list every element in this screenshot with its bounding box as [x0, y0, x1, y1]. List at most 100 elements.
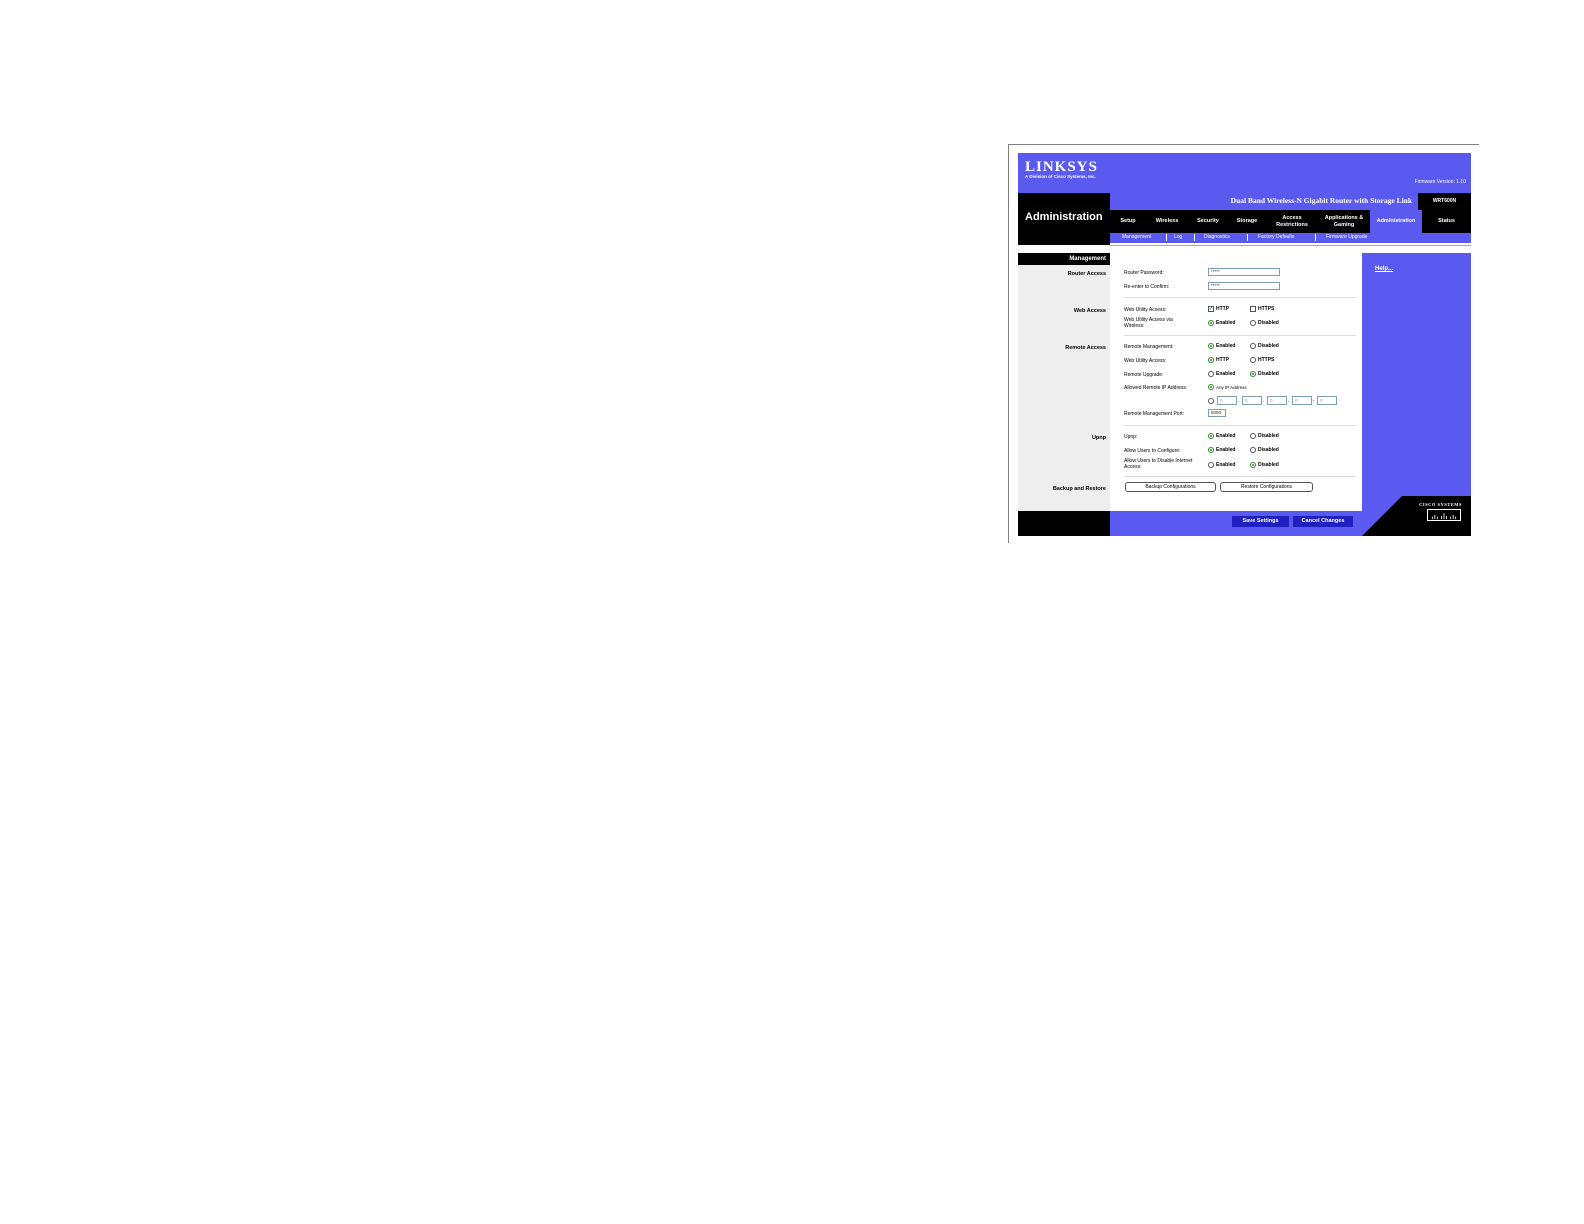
disabled-label: Disabled: [1258, 320, 1279, 326]
cisco-bridge-icon: [1427, 509, 1461, 521]
radio-unselected-icon[interactable]: [1250, 357, 1256, 363]
configure-disabled-option[interactable]: Disabled: [1250, 447, 1279, 453]
remote-http-option[interactable]: HTTP: [1208, 357, 1229, 363]
wireless-access-disabled-option[interactable]: Disabled: [1250, 320, 1279, 326]
divider: [1124, 335, 1356, 336]
backup-configurations-button[interactable]: Backup Configurations: [1125, 482, 1216, 492]
remote-https-option[interactable]: HTTPS: [1250, 357, 1274, 363]
radio-selected-icon[interactable]: [1250, 371, 1256, 377]
radio-selected-icon[interactable]: [1208, 384, 1214, 390]
radio-unselected-icon[interactable]: [1250, 433, 1256, 439]
disabled-label: Disabled: [1258, 371, 1279, 377]
radio-unselected-icon[interactable]: [1250, 320, 1256, 326]
tab-setup[interactable]: Setup: [1110, 210, 1146, 233]
tab-applications-gaming[interactable]: Applications & Gaming: [1318, 210, 1370, 233]
subtab-log[interactable]: Log: [1174, 234, 1182, 240]
subtab-separator: [1315, 234, 1316, 241]
disabled-label: Disabled: [1258, 343, 1279, 349]
radio-selected-icon[interactable]: [1208, 357, 1214, 363]
enabled-label: Enabled: [1216, 343, 1236, 349]
product-title-bar: Dual Band Wireless-N Gigabit Router with…: [1110, 193, 1418, 210]
ip-octet-1[interactable]: 0: [1217, 396, 1237, 405]
upnp-disabled-option[interactable]: Disabled: [1250, 433, 1279, 439]
radio-unselected-icon[interactable]: [1208, 462, 1214, 468]
subtab-diagnostics[interactable]: Diagnostics: [1204, 234, 1230, 240]
help-link[interactable]: Help...: [1375, 266, 1393, 272]
save-settings-button[interactable]: Save Settings: [1232, 516, 1289, 527]
http-label: HTTP: [1216, 357, 1230, 363]
enabled-label: Enabled: [1216, 447, 1236, 453]
remote-upgrade-label: Remote Upgrade:: [1124, 372, 1164, 378]
tab-wireless[interactable]: Wireless: [1146, 210, 1188, 233]
radio-selected-icon[interactable]: [1208, 433, 1214, 439]
ip-octet-4[interactable]: 0: [1292, 396, 1312, 405]
web-access-wireless-label: Web Utility Access via Wireless:: [1124, 317, 1173, 329]
main-tabs: Setup Wireless Security Storage Access R…: [1110, 210, 1471, 233]
configure-enabled-option[interactable]: Enabled: [1208, 447, 1235, 453]
enabled-label: Enabled: [1216, 371, 1236, 377]
subtab-firmware-upgrade[interactable]: Firmware Upgrade: [1326, 234, 1367, 240]
management-heading: Management: [1018, 253, 1110, 265]
checkbox-checked-icon[interactable]: ✓: [1208, 306, 1214, 312]
remote-port-input[interactable]: 8080: [1208, 409, 1226, 417]
checkbox-unchecked-icon[interactable]: [1250, 306, 1256, 312]
disabled-label: Disabled: [1258, 447, 1279, 453]
sub-tabs: Management Log Diagnostics Factory Defau…: [1110, 233, 1471, 243]
footer-left: [1018, 511, 1110, 536]
allow-configure-label: Allow Users to Configure:: [1124, 448, 1181, 454]
disable-internet-disabled-option[interactable]: Disabled: [1250, 462, 1279, 468]
radio-selected-icon[interactable]: [1208, 343, 1214, 349]
cisco-wedge: [1362, 496, 1402, 536]
radio-selected-icon[interactable]: [1208, 320, 1214, 326]
subtab-separator: [1166, 234, 1167, 241]
header-divider: [1110, 245, 1471, 246]
specific-ip-radio[interactable]: [1208, 398, 1214, 404]
subtab-factory-defaults[interactable]: Factory Defaults: [1258, 234, 1294, 240]
radio-unselected-icon[interactable]: [1208, 371, 1214, 377]
subtab-management[interactable]: Management: [1122, 234, 1151, 240]
section-labels-column: Router Access Web Access Remote Access U…: [1018, 253, 1110, 536]
http-checkbox-option[interactable]: ✓ HTTP: [1208, 306, 1229, 312]
tab-access-restrictions[interactable]: Access Restrictions: [1266, 210, 1318, 233]
any-ip-option[interactable]: Any IP Address: [1208, 384, 1247, 390]
tab-storage[interactable]: Storage: [1228, 210, 1266, 233]
ip-octet-3[interactable]: 0: [1267, 396, 1287, 405]
remote-mgmt-disabled-option[interactable]: Disabled: [1250, 343, 1279, 349]
confirm-password-input[interactable]: *****: [1208, 282, 1280, 290]
upnp-enabled-option[interactable]: Enabled: [1208, 433, 1235, 439]
https-checkbox-option[interactable]: HTTPS: [1250, 306, 1274, 312]
router-admin-screenshot: LINKSYS A Division of Cisco Systems, Inc…: [1018, 153, 1471, 536]
header-bar: LINKSYS A Division of Cisco Systems, Inc…: [1018, 153, 1471, 193]
http-label: HTTP: [1216, 306, 1230, 312]
wireless-access-enabled-option[interactable]: Enabled: [1208, 320, 1235, 326]
model-number: WRT600N: [1418, 193, 1471, 210]
page-frame-left: [1008, 144, 1009, 543]
tab-status[interactable]: Status: [1422, 210, 1471, 233]
tab-security[interactable]: Security: [1188, 210, 1228, 233]
subtab-separator: [1194, 234, 1195, 241]
remote-upgrade-disabled-option[interactable]: Disabled: [1250, 371, 1279, 377]
cancel-changes-button[interactable]: Cancel Changes: [1293, 516, 1353, 527]
radio-unselected-icon[interactable]: [1250, 343, 1256, 349]
enabled-label: Enabled: [1216, 462, 1236, 468]
restore-configurations-button[interactable]: Restore Configurations: [1220, 482, 1313, 492]
section-web-access: Web Access: [1073, 308, 1106, 314]
divider: [1124, 476, 1356, 477]
disabled-label: Disabled: [1258, 462, 1279, 468]
divider: [1124, 425, 1356, 426]
section-remote-access: Remote Access: [1065, 345, 1106, 351]
router-password-input[interactable]: *****: [1208, 268, 1280, 276]
ip-octet-end[interactable]: 0: [1317, 396, 1337, 405]
remote-mgmt-enabled-option[interactable]: Enabled: [1208, 343, 1235, 349]
section-backup-restore: Backup and Restore: [1052, 486, 1106, 492]
ip-octet-2[interactable]: 0: [1242, 396, 1262, 405]
radio-unselected-icon[interactable]: [1250, 447, 1256, 453]
remote-upgrade-enabled-option[interactable]: Enabled: [1208, 371, 1235, 377]
tab-administration[interactable]: Administration: [1370, 210, 1422, 233]
page-title: Administration: [1025, 211, 1103, 223]
divider: [1124, 297, 1356, 298]
radio-selected-icon[interactable]: [1208, 447, 1214, 453]
disable-internet-enabled-option[interactable]: Enabled: [1208, 462, 1235, 468]
radio-selected-icon[interactable]: [1250, 462, 1256, 468]
settings-form: Router Password: ***** Re-enter to Confi…: [1110, 253, 1362, 511]
